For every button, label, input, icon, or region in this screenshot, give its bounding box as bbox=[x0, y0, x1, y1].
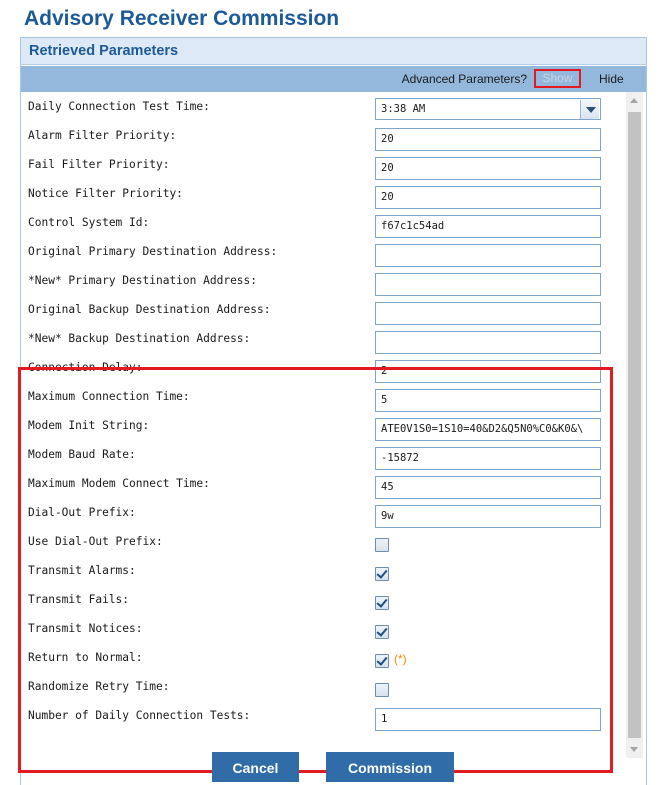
show-advanced-button[interactable]: Show bbox=[534, 69, 581, 88]
transmit-notices-checkbox[interactable] bbox=[375, 625, 389, 639]
row-orig-backup-dest: Original Backup Destination Address: bbox=[21, 295, 626, 325]
row-orig-primary-dest: Original Primary Destination Address: bbox=[21, 237, 626, 267]
commission-button[interactable]: Commission bbox=[326, 752, 454, 782]
notice-filter-priority-label: Notice Filter Priority: bbox=[28, 187, 183, 200]
row-notice-filter-priority: Notice Filter Priority: 20 bbox=[21, 179, 626, 209]
row-randomize-retry-time: Randomize Retry Time: bbox=[21, 672, 626, 701]
orig-backup-dest-label: Original Backup Destination Address: bbox=[28, 303, 271, 316]
connection-delay-input[interactable]: 2 bbox=[375, 360, 601, 383]
orig-backup-dest-input[interactable] bbox=[375, 302, 601, 325]
notice-filter-priority-input[interactable]: 20 bbox=[375, 186, 601, 209]
orig-primary-dest-label: Original Primary Destination Address: bbox=[28, 245, 278, 258]
max-connection-time-label: Maximum Connection Time: bbox=[28, 390, 190, 403]
vertical-scrollbar[interactable] bbox=[626, 92, 643, 758]
max-modem-connect-time-input[interactable]: 45 bbox=[375, 476, 601, 499]
fail-filter-priority-input[interactable]: 20 bbox=[375, 157, 601, 180]
page-title: Advisory Receiver Commission bbox=[24, 7, 340, 30]
hide-advanced-button[interactable]: Hide bbox=[599, 72, 624, 86]
row-control-system-id: Control System Id: f67c1c54ad bbox=[21, 208, 626, 238]
scroll-down-icon[interactable] bbox=[626, 741, 643, 758]
control-system-id-label: Control System Id: bbox=[28, 216, 150, 229]
connection-delay-label: Connection Delay: bbox=[28, 361, 143, 374]
modem-baud-rate-input[interactable]: -15872 bbox=[375, 447, 601, 470]
scrollbar-thumb[interactable] bbox=[628, 112, 641, 738]
daily-connection-test-time-select[interactable]: 3:38 AM bbox=[375, 98, 601, 120]
row-transmit-notices: Transmit Notices: bbox=[21, 614, 626, 643]
dial-out-prefix-input[interactable]: 9w bbox=[375, 505, 601, 528]
number-daily-connection-tests-label: Number of Daily Connection Tests: bbox=[28, 709, 251, 722]
new-primary-dest-label: *New* Primary Destination Address: bbox=[28, 274, 258, 287]
transmit-fails-checkbox[interactable] bbox=[375, 596, 389, 610]
row-return-to-normal: Return to Normal: (*) bbox=[21, 643, 626, 672]
max-connection-time-input[interactable]: 5 bbox=[375, 389, 601, 412]
randomize-retry-time-label: Randomize Retry Time: bbox=[28, 680, 170, 693]
row-transmit-fails: Transmit Fails: bbox=[21, 585, 626, 614]
return-to-normal-label: Return to Normal: bbox=[28, 651, 143, 664]
row-daily-connection-test-time: Daily Connection Test Time: 3:38 AM bbox=[21, 92, 626, 121]
row-dial-out-prefix: Dial-Out Prefix: 9w bbox=[21, 498, 626, 528]
section-title: Retrieved Parameters bbox=[29, 43, 179, 59]
new-backup-dest-label: *New* Backup Destination Address: bbox=[28, 332, 251, 345]
daily-connection-test-time-value: 3:38 AM bbox=[381, 103, 426, 115]
dial-out-prefix-label: Dial-Out Prefix: bbox=[28, 506, 136, 519]
advanced-parameters-bar: Advanced Parameters? Show Hide bbox=[21, 66, 646, 92]
restart-note: (*) bbox=[394, 652, 407, 666]
modem-init-string-label: Modem Init String: bbox=[28, 419, 150, 432]
daily-connection-test-time-label: Daily Connection Test Time: bbox=[28, 100, 210, 113]
modem-init-string-input[interactable]: ATE0V1S0=1S10=40&D2&Q5N0%C0&K0&\ bbox=[375, 418, 601, 441]
new-backup-dest-input[interactable] bbox=[375, 331, 601, 354]
row-fail-filter-priority: Fail Filter Priority: 20 bbox=[21, 150, 626, 180]
row-alarm-filter-priority: Alarm Filter Priority: 20 bbox=[21, 121, 626, 151]
row-modem-init-string: Modem Init String: ATE0V1S0=1S10=40&D2&Q… bbox=[21, 411, 626, 441]
orig-primary-dest-input[interactable] bbox=[375, 244, 601, 267]
control-system-id-input[interactable]: f67c1c54ad bbox=[375, 215, 601, 238]
row-new-primary-dest: *New* Primary Destination Address: bbox=[21, 266, 626, 296]
scroll-up-icon[interactable] bbox=[626, 92, 643, 109]
row-transmit-alarms: Transmit Alarms: bbox=[21, 556, 626, 585]
modem-baud-rate-label: Modem Baud Rate: bbox=[28, 448, 136, 461]
transmit-alarms-label: Transmit Alarms: bbox=[28, 564, 136, 577]
use-dial-out-prefix-checkbox[interactable] bbox=[375, 538, 389, 552]
transmit-notices-label: Transmit Notices: bbox=[28, 622, 143, 635]
retrieved-parameters-panel: Retrieved Parameters Advanced Parameters… bbox=[18, 37, 647, 785]
alarm-filter-priority-label: Alarm Filter Priority: bbox=[28, 129, 177, 142]
row-new-backup-dest: *New* Backup Destination Address: bbox=[21, 324, 626, 354]
row-max-modem-connect-time: Maximum Modem Connect Time: 45 bbox=[21, 469, 626, 499]
row-number-daily-connection-tests: Number of Daily Connection Tests: 1 bbox=[21, 701, 626, 731]
row-use-dial-out-prefix: Use Dial-Out Prefix: bbox=[21, 527, 626, 556]
row-max-connection-time: Maximum Connection Time: 5 bbox=[21, 382, 626, 412]
row-connection-delay: Connection Delay: 2 bbox=[21, 353, 626, 383]
advanced-parameters-label: Advanced Parameters? bbox=[401, 72, 527, 86]
section-header: Retrieved Parameters bbox=[21, 38, 646, 65]
number-daily-connection-tests-input[interactable]: 1 bbox=[375, 708, 601, 731]
transmit-alarms-checkbox[interactable] bbox=[375, 567, 389, 581]
transmit-fails-label: Transmit Fails: bbox=[28, 593, 130, 606]
cancel-button[interactable]: Cancel bbox=[212, 752, 299, 782]
new-primary-dest-input[interactable] bbox=[375, 273, 601, 296]
randomize-retry-time-checkbox[interactable] bbox=[375, 683, 389, 697]
alarm-filter-priority-input[interactable]: 20 bbox=[375, 128, 601, 151]
max-modem-connect-time-label: Maximum Modem Connect Time: bbox=[28, 477, 210, 490]
use-dial-out-prefix-label: Use Dial-Out Prefix: bbox=[28, 535, 163, 548]
return-to-normal-checkbox[interactable] bbox=[375, 654, 389, 668]
row-modem-baud-rate: Modem Baud Rate: -15872 bbox=[21, 440, 626, 470]
chevron-down-icon[interactable] bbox=[580, 100, 599, 119]
fail-filter-priority-label: Fail Filter Priority: bbox=[28, 158, 170, 171]
